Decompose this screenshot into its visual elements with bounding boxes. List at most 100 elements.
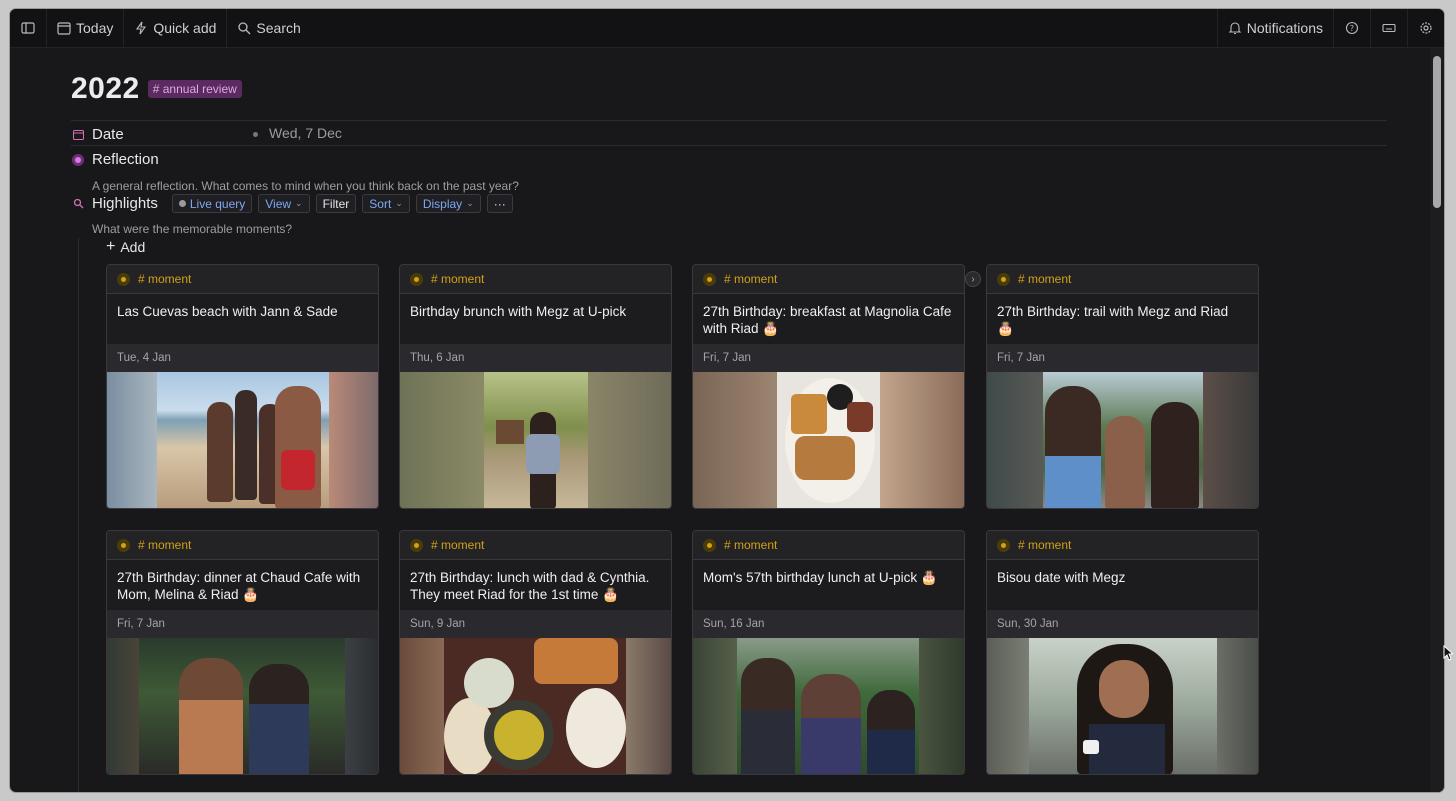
- svg-text:?: ?: [1350, 24, 1354, 33]
- moment-card[interactable]: # moment 27th Birthday: dinner at Chaud …: [106, 530, 379, 775]
- settings-button[interactable]: [1407, 9, 1444, 47]
- bullet: [253, 132, 258, 137]
- view-label: View: [265, 196, 292, 211]
- dinner-photo: [107, 638, 378, 774]
- moment-card[interactable]: # moment 27th Birthday: lunch with dad &…: [399, 530, 672, 775]
- moment-card[interactable]: # moment Bisou date with Megz Sun, 30 Ja…: [986, 530, 1259, 775]
- filter-label: Filter: [322, 196, 350, 211]
- help-button[interactable]: ?: [1333, 9, 1370, 47]
- card-header: # moment: [987, 265, 1258, 294]
- mouse-cursor-icon: [1443, 645, 1453, 661]
- moment-tag[interactable]: # moment: [431, 538, 484, 552]
- reflection-label: Reflection: [92, 151, 159, 168]
- quick-add-button[interactable]: Quick add: [124, 9, 228, 47]
- card-date: Thu, 6 Jan: [400, 344, 671, 372]
- card-header: # moment: [400, 531, 671, 560]
- divider: [71, 145, 1387, 146]
- moment-tag[interactable]: # moment: [1018, 272, 1071, 286]
- waffle-photo: [693, 372, 964, 508]
- card-header: # moment: [107, 265, 378, 294]
- cafe-photo: [987, 638, 1258, 774]
- beach-photo: [107, 372, 378, 508]
- divider: [71, 120, 1387, 121]
- card-title: 27th Birthday: breakfast at Magnolia Caf…: [693, 294, 964, 344]
- keyboard-shortcuts-button[interactable]: [1370, 9, 1407, 47]
- moment-icon: [410, 538, 423, 552]
- sidebar-icon: [21, 22, 35, 34]
- scrollbar-thumb[interactable]: [1433, 56, 1441, 208]
- moment-icon: [703, 538, 716, 552]
- search-button[interactable]: Search: [227, 9, 310, 47]
- reflection-field[interactable]: Reflection: [71, 151, 159, 168]
- add-button[interactable]: + Add: [106, 238, 145, 256]
- moment-card[interactable]: # moment Mom's 57th birthday lunch at U-…: [692, 530, 965, 775]
- card-title: Birthday brunch with Megz at U-pick: [400, 294, 671, 344]
- moment-tag[interactable]: # moment: [724, 272, 777, 286]
- lightning-icon: [136, 21, 147, 35]
- date-field[interactable]: Date Wed, 7 Dec: [71, 125, 342, 143]
- moment-icon: [117, 538, 130, 552]
- display-dropdown[interactable]: Display ⌄: [415, 194, 481, 213]
- moment-icon: [410, 272, 423, 286]
- notifications-label: Notifications: [1246, 20, 1323, 36]
- reflection-icon: [71, 153, 85, 167]
- live-query-button[interactable]: Live query: [171, 194, 253, 213]
- chevron-down-icon: ⌄: [395, 198, 403, 208]
- keyboard-icon: [1382, 23, 1396, 33]
- card-date: Sun, 16 Jan: [693, 610, 964, 638]
- moment-tag[interactable]: # moment: [431, 272, 484, 286]
- moment-tag[interactable]: # moment: [1018, 538, 1071, 552]
- moment-icon: [997, 538, 1010, 552]
- moment-card[interactable]: # moment Las Cuevas beach with Jann & Sa…: [106, 264, 379, 509]
- view-dropdown[interactable]: View ⌄: [258, 194, 310, 213]
- scrollbar[interactable]: [1430, 48, 1444, 792]
- display-label: Display: [422, 196, 463, 211]
- add-label: Add: [120, 239, 146, 255]
- family-photo: [693, 638, 964, 774]
- sort-dropdown[interactable]: Sort ⌄: [362, 194, 410, 213]
- moment-card[interactable]: # moment 27th Birthday: breakfast at Mag…: [692, 264, 965, 509]
- highlights-description: What were the memorable moments?: [92, 222, 293, 236]
- card-title: Las Cuevas beach with Jann & Sade: [107, 294, 378, 344]
- page-header: 2022 # annual review: [71, 72, 242, 106]
- calendar-icon: [57, 22, 71, 35]
- annual-review-tag[interactable]: # annual review: [147, 80, 242, 98]
- chevron-right-icon[interactable]: ›: [965, 271, 981, 287]
- today-label: Today: [76, 20, 114, 36]
- moment-tag[interactable]: # moment: [138, 272, 191, 286]
- moment-card[interactable]: # moment 27th Birthday: trail with Megz …: [986, 264, 1259, 509]
- app-window: Today Quick add Search Notifications ? 2…: [10, 9, 1444, 792]
- trail-photo: [987, 372, 1258, 508]
- filter-button[interactable]: Filter: [315, 194, 357, 213]
- search-icon: [238, 22, 251, 35]
- highlights-label: Highlights: [92, 195, 158, 212]
- card-header: # moment: [107, 531, 378, 560]
- notifications-button[interactable]: Notifications: [1216, 9, 1333, 47]
- card-title: 27th Birthday: lunch with dad & Cynthia.…: [400, 560, 671, 610]
- sidebar-toggle-button[interactable]: [10, 9, 47, 47]
- card-date: Sun, 30 Jan: [987, 610, 1258, 638]
- card-title: 27th Birthday: dinner at Chaud Cafe with…: [107, 560, 378, 610]
- chevron-down-icon: ⌄: [295, 198, 303, 208]
- date-value[interactable]: Wed, 7 Dec: [269, 125, 342, 141]
- moment-icon: [997, 272, 1010, 286]
- moment-tag[interactable]: # moment: [724, 538, 777, 552]
- moment-tag[interactable]: # moment: [138, 538, 191, 552]
- calendar-icon: [71, 128, 85, 142]
- live-query-label: Live query: [189, 196, 246, 211]
- plus-icon: +: [106, 238, 116, 255]
- card-date: Fri, 7 Jan: [107, 610, 378, 638]
- page-title: 2022: [71, 72, 140, 105]
- card-header: # moment: [987, 531, 1258, 560]
- more-options-button[interactable]: ···: [486, 194, 513, 213]
- card-header: # moment: [400, 265, 671, 294]
- sort-label: Sort: [369, 196, 392, 211]
- lunch-photo: [400, 638, 671, 774]
- quick-add-label: Quick add: [153, 20, 217, 36]
- page-content: 2022 # annual review Date Wed, 7 Dec Ref…: [10, 48, 1430, 792]
- card-title: Mom's 57th birthday lunch at U-pick 🎂: [693, 560, 964, 610]
- today-button[interactable]: Today: [47, 9, 125, 47]
- card-date: Fri, 7 Jan: [693, 344, 964, 372]
- chevron-down-icon: ⌄: [466, 198, 474, 208]
- moment-card[interactable]: # moment Birthday brunch with Megz at U-…: [399, 264, 672, 509]
